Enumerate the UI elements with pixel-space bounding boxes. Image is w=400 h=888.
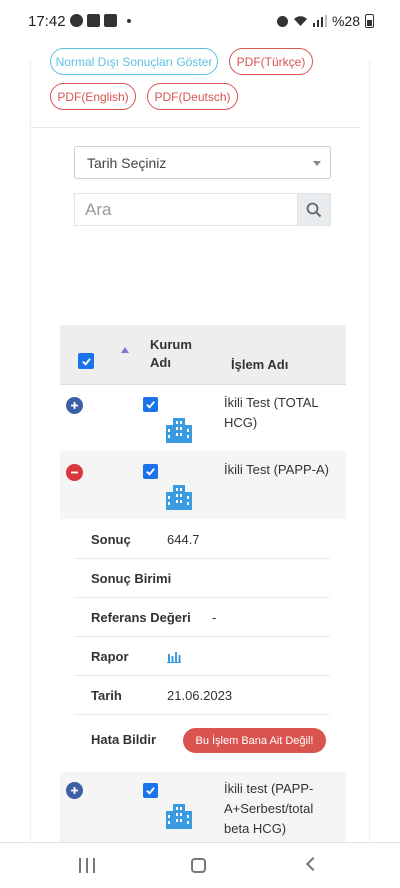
not-mine-button[interactable]: Bu İşlem Bana Ait Değil!: [183, 728, 326, 753]
header-islem[interactable]: İşlem Adı: [231, 356, 288, 374]
select-all-checkbox[interactable]: [78, 353, 94, 369]
plus-icon: [71, 402, 78, 409]
package-icon: [104, 14, 117, 27]
row-test-name-line2: HCG): [224, 415, 258, 430]
check-icon: [146, 401, 155, 409]
detail-reference-label: Referans Değeri: [91, 610, 191, 625]
check-icon: [146, 787, 155, 795]
status-bar: 17:42 %28: [0, 0, 400, 40]
back-icon[interactable]: [305, 856, 321, 872]
pdf-turkish-button[interactable]: PDF(Türkçe): [229, 48, 313, 75]
building-icon: [166, 418, 192, 443]
minus-icon: [71, 471, 78, 474]
show-abnormal-results-button[interactable]: Normal Dışı Sonuçları Göster: [50, 48, 218, 75]
detail-unit: Sonuç Birimi: [74, 559, 330, 598]
header-kurum-line1: Kurum: [150, 337, 192, 352]
row-checkbox[interactable]: [143, 464, 158, 479]
detail-reference: Referans Değeri -: [74, 598, 330, 637]
row-test-name: İkili Test (TOTAL HCG): [224, 393, 319, 433]
search-button[interactable]: [297, 193, 331, 226]
search-input[interactable]: [74, 193, 298, 226]
header-kurum[interactable]: Kurum Adı: [150, 336, 192, 372]
search-icon: [306, 202, 322, 217]
message-icon: [70, 14, 83, 27]
detail-report-error-label: Hata Bildir: [91, 732, 157, 747]
row-test-name-line3: beta HCG): [224, 821, 287, 836]
check-icon: [81, 357, 91, 366]
battery-level: %28: [331, 13, 360, 29]
row-checkbox[interactable]: [143, 783, 158, 798]
row-test-name: İkili Test (PAPP-A): [224, 462, 329, 477]
recent-apps-icon[interactable]: [79, 858, 95, 873]
building-icon: [166, 804, 192, 829]
detail-date-value: 21.06.2023: [167, 688, 233, 703]
caret-down-icon: [313, 161, 321, 166]
battery-icon: [365, 14, 374, 28]
system-icons: %28: [276, 13, 374, 29]
detail-reference-value: -: [212, 610, 217, 625]
row-checkbox[interactable]: [143, 397, 158, 412]
section-divider: [30, 127, 360, 128]
wifi-icon: [293, 16, 307, 26]
detail-result: Sonuç 644.7: [74, 520, 330, 559]
detail-report-label: Rapor: [91, 649, 129, 664]
check-icon: [146, 468, 155, 476]
detail-report: Rapor: [74, 637, 330, 676]
plus-icon: [71, 787, 78, 794]
status-time: 17:42: [28, 13, 66, 30]
pdf-german-button[interactable]: PDF(Deutsch): [147, 83, 238, 110]
collapse-row-button[interactable]: [66, 464, 83, 481]
detail-result-label: Sonuç: [91, 532, 131, 547]
row-test-name: İkili test (PAPP- A+Serbest/total beta H…: [224, 779, 313, 839]
row-test-name-line1: İkili test (PAPP-: [224, 781, 314, 796]
header-kurum-line2: Adı: [150, 355, 171, 370]
row-test-name-line1: İkili Test (TOTAL: [224, 395, 319, 410]
mail-icon: [87, 14, 100, 27]
detail-date: Tarih 21.06.2023: [74, 676, 330, 715]
detail-date-label: Tarih: [91, 688, 122, 703]
pdf-english-button[interactable]: PDF(English): [50, 83, 136, 110]
date-select[interactable]: Tarih Seçiniz: [74, 146, 331, 179]
alarm-icon: [276, 15, 288, 27]
notification-icons: [70, 14, 131, 27]
row-test-name-line2: A+Serbest/total: [224, 801, 314, 816]
expand-row-button[interactable]: [66, 782, 83, 799]
bar-chart-icon[interactable]: [167, 650, 181, 663]
sort-up-icon[interactable]: [121, 347, 129, 353]
building-icon: [166, 485, 192, 510]
table-header: [60, 325, 346, 385]
home-icon[interactable]: [191, 858, 206, 873]
system-navigation-bar: [0, 842, 400, 888]
expand-row-button[interactable]: [66, 397, 83, 414]
more-notifications-icon: [127, 18, 131, 23]
detail-unit-label: Sonuç Birimi: [91, 571, 172, 586]
date-select-value: Tarih Seçiniz: [87, 155, 167, 171]
detail-result-value: 644.7: [167, 532, 200, 547]
signal-icon: [312, 15, 327, 27]
